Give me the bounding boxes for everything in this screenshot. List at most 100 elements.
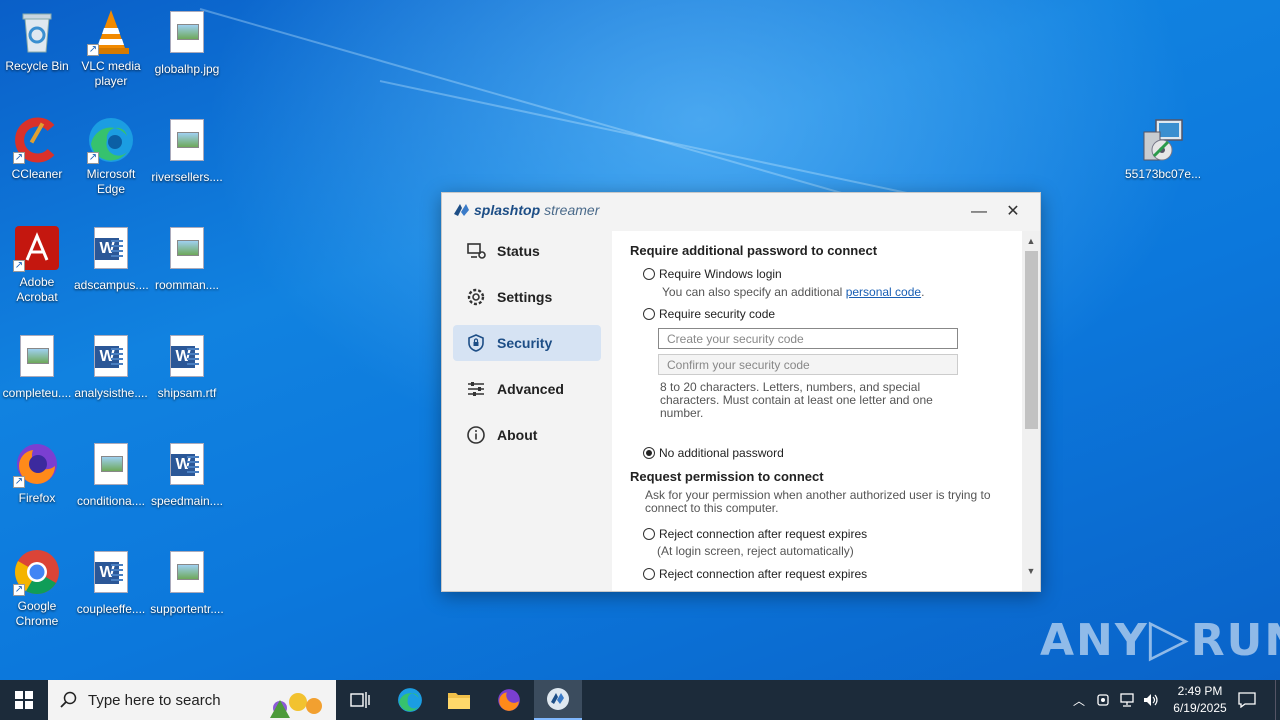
radio-button[interactable] bbox=[643, 528, 655, 540]
taskbar-splashtop-active[interactable] bbox=[534, 680, 582, 720]
desktop-icon-ccleaner[interactable]: ↗ CCleaner bbox=[0, 116, 74, 182]
radio-button-selected[interactable] bbox=[643, 447, 655, 459]
sidebar: Status Settings Security Advanced About bbox=[442, 231, 612, 591]
gear-icon bbox=[465, 286, 487, 308]
radio-no-additional-password[interactable]: No additional password bbox=[643, 446, 784, 460]
icon-label: supportentr.... bbox=[150, 602, 224, 616]
desktop-icon-roomman[interactable]: roomman.... bbox=[150, 224, 224, 293]
image-file-icon bbox=[163, 119, 211, 167]
radio-button[interactable] bbox=[643, 268, 655, 280]
radio-reject-after-expire-1[interactable]: Reject connection after request expires bbox=[643, 527, 867, 541]
volume-icon[interactable] bbox=[1140, 680, 1162, 720]
icon-label: Google Chrome bbox=[15, 599, 59, 628]
clock-time: 2:49 PM bbox=[1177, 684, 1223, 698]
desktop-icon-riversellers[interactable]: riversellers.... bbox=[150, 116, 224, 185]
radio-button[interactable] bbox=[643, 308, 655, 320]
network-icon[interactable] bbox=[1116, 680, 1138, 720]
shortcut-arrow-icon: ↗ bbox=[13, 584, 25, 596]
personal-code-link[interactable]: personal code bbox=[846, 285, 921, 299]
radio-label: Reject connection after request expires bbox=[659, 567, 868, 581]
shield-lock-icon bbox=[465, 332, 487, 354]
desktop-icon-completeu[interactable]: completeu.... bbox=[0, 332, 74, 401]
desktop-icon-adscampus[interactable]: W adscampus.... bbox=[74, 224, 149, 293]
radio-require-security-code[interactable]: Require security code bbox=[643, 307, 775, 321]
word-document-icon: W bbox=[87, 227, 135, 275]
nav-label: About bbox=[497, 427, 538, 443]
desktop-icon-vlc[interactable]: ↗ VLC media player bbox=[74, 8, 148, 89]
desktop-icon-speedmain[interactable]: W speedmain.... bbox=[150, 440, 224, 509]
nav-label: Advanced bbox=[497, 381, 564, 397]
scroll-up-arrow-icon[interactable]: ▲ bbox=[1022, 234, 1040, 248]
installer-icon bbox=[1138, 116, 1186, 164]
icon-label: analysisthe.... bbox=[74, 386, 148, 400]
radio-label: Require security code bbox=[659, 307, 776, 321]
icon-label: Adobe Acrobat bbox=[16, 275, 58, 304]
desktop-icon-shipsam[interactable]: W shipsam.rtf bbox=[150, 332, 224, 401]
start-button[interactable] bbox=[0, 680, 48, 720]
tray-app-icon[interactable] bbox=[1092, 680, 1114, 720]
close-button[interactable]: ✕ bbox=[996, 199, 1030, 225]
scroll-thumb[interactable] bbox=[1025, 251, 1038, 429]
status-icon bbox=[465, 240, 487, 262]
desktop-icon-adobe-acrobat[interactable]: ↗ Adobe Acrobat bbox=[0, 224, 74, 305]
create-security-code-input[interactable]: Create your security code bbox=[658, 328, 958, 349]
taskbar-search-box[interactable]: Type here to search bbox=[48, 680, 336, 720]
vlc-icon: ↗ bbox=[87, 8, 135, 56]
task-view-icon bbox=[350, 692, 370, 708]
desktop-icon-microsoft-edge[interactable]: ↗ Microsoft Edge bbox=[74, 116, 148, 197]
image-file-icon bbox=[87, 443, 135, 491]
taskbar-clock[interactable]: 2:49 PM 6/19/2025 bbox=[1165, 683, 1235, 717]
vertical-scrollbar[interactable]: ▲ ▼ bbox=[1022, 231, 1040, 591]
icon-label: VLC media player bbox=[81, 59, 141, 88]
icon-label: speedmain.... bbox=[150, 494, 224, 508]
acrobat-icon: ↗ bbox=[13, 224, 61, 272]
radio-button[interactable] bbox=[643, 568, 655, 580]
icon-label: CCleaner bbox=[11, 167, 63, 181]
minimize-button[interactable]: — bbox=[962, 199, 996, 225]
clock-date: 6/19/2025 bbox=[1173, 701, 1227, 715]
radio-require-windows-login[interactable]: Require Windows login bbox=[643, 267, 782, 281]
taskbar-file-explorer[interactable] bbox=[435, 680, 483, 720]
show-desktop-button[interactable] bbox=[1275, 680, 1280, 720]
word-document-icon: W bbox=[87, 551, 135, 599]
desktop-icon-analysisthe[interactable]: W analysisthe.... bbox=[74, 332, 148, 401]
desktop-icon-coupleeffe[interactable]: W coupleeffe.... bbox=[74, 548, 148, 617]
radio-reject-after-expire-2[interactable]: Reject connection after request expires bbox=[643, 567, 867, 581]
nav-item-settings[interactable]: Settings bbox=[453, 279, 601, 315]
desktop-icon-installer[interactable]: 55173bc07e... bbox=[1125, 116, 1201, 182]
desktop-icon-globalhp[interactable]: globalhp.jpg bbox=[150, 8, 224, 77]
scroll-down-arrow-icon[interactable]: ▼ bbox=[1022, 564, 1040, 578]
image-file-icon bbox=[163, 551, 211, 599]
task-view-button[interactable] bbox=[336, 680, 384, 720]
window-titlebar[interactable]: splashtop streamer — ✕ bbox=[442, 193, 1040, 231]
logo-brand: splashtop bbox=[474, 202, 541, 218]
desktop-icon-supportentr[interactable]: supportentr.... bbox=[150, 548, 224, 617]
nav-item-advanced[interactable]: Advanced bbox=[453, 371, 601, 407]
nav-label: Settings bbox=[497, 289, 553, 305]
taskbar-edge[interactable] bbox=[386, 680, 434, 720]
notification-center-icon[interactable] bbox=[1232, 680, 1262, 720]
desktop-icon-firefox[interactable]: ↗ Firefox bbox=[0, 440, 74, 506]
nav-item-status[interactable]: Status bbox=[453, 233, 601, 269]
ccleaner-icon: ↗ bbox=[13, 116, 61, 164]
security-settings-panel: Require additional password to connect R… bbox=[612, 231, 1040, 591]
info-icon bbox=[465, 424, 487, 446]
shortcut-arrow-icon: ↗ bbox=[13, 152, 25, 164]
desktop-icon-recycle-bin[interactable]: Recycle Bin bbox=[0, 8, 74, 74]
search-highlight-flowers-icon bbox=[270, 693, 322, 718]
permission-note: Ask for your permission when another aut… bbox=[645, 488, 991, 515]
search-icon bbox=[60, 691, 77, 708]
taskbar-firefox[interactable] bbox=[485, 680, 533, 720]
icon-label: Microsoft Edge bbox=[86, 167, 136, 196]
watermark-logo: ANY▷RUN bbox=[1040, 608, 1280, 668]
desktop-icon-conditiona[interactable]: conditiona.... bbox=[74, 440, 148, 509]
desktop-icon-google-chrome[interactable]: ↗ Google Chrome bbox=[0, 548, 74, 629]
folder-icon bbox=[448, 693, 470, 709]
icon-label: coupleeffe.... bbox=[76, 602, 146, 616]
show-hidden-icons-chevron-icon[interactable]: ︿ bbox=[1068, 680, 1090, 720]
edge-icon bbox=[398, 688, 422, 712]
nav-item-security[interactable]: Security bbox=[453, 325, 601, 361]
confirm-security-code-input[interactable]: Confirm your security code bbox=[658, 354, 958, 375]
nav-item-about[interactable]: About bbox=[453, 417, 601, 453]
sliders-icon bbox=[465, 378, 487, 400]
